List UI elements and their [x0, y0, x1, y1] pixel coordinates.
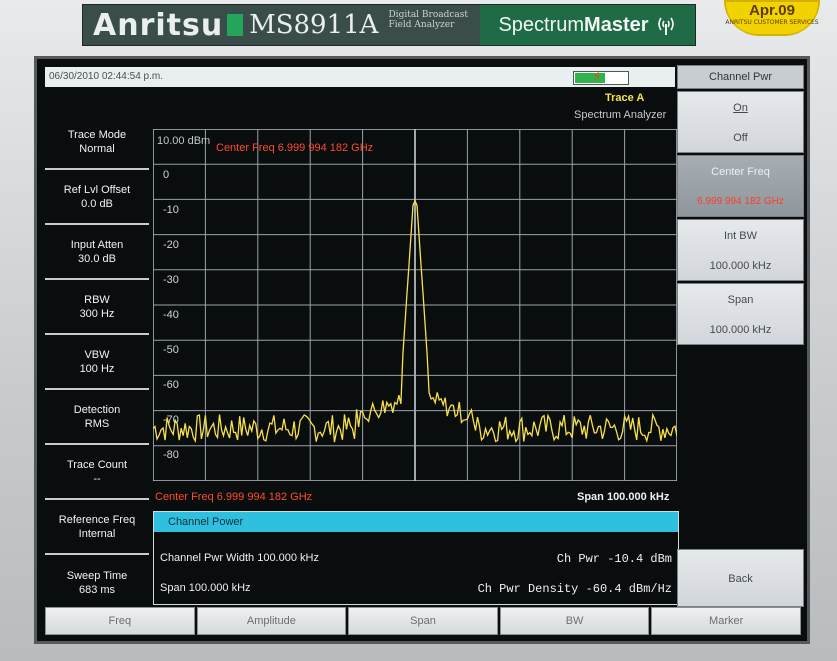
mode-label: Spectrum Analyzer	[574, 109, 667, 121]
trace-count-setting[interactable]: Trace Count --	[45, 445, 149, 500]
y-tick-label: -20	[163, 239, 179, 251]
instrument-screen: 06/30/2010 02:44:54 p.m. ⚡ Trace A Spect…	[34, 56, 810, 644]
span-button[interactable]: Span 100.000 kHz	[677, 283, 804, 345]
bottom-span: Span 100.000 kHz	[577, 491, 670, 503]
y-tick-label: -80	[163, 449, 179, 461]
detection-setting[interactable]: Detection RMS	[45, 390, 149, 445]
status-bar: 06/30/2010 02:44:54 p.m. ⚡	[45, 67, 675, 87]
y-tick-label: -10	[163, 204, 179, 216]
tab-marker[interactable]: Marker	[651, 607, 801, 635]
channel-pwr-width: Channel Pwr Width 100.000 kHz	[160, 552, 319, 564]
channel-power-title: Channel Power	[168, 516, 244, 528]
y-tick-label: -30	[163, 274, 179, 286]
brand-strip: Anritsu MS8911A Digital Broadcast Field …	[82, 4, 696, 46]
brand-left: Anritsu MS8911A Digital Broadcast Field …	[83, 5, 479, 45]
channel-power-panel: Channel Power Channel Pwr Width 100.000 …	[153, 511, 679, 605]
trace-label: Trace A	[605, 92, 645, 104]
right-softkey-panel: Channel Pwr On Off Center Freq 6.999 994…	[677, 65, 804, 607]
cp-span-label: Span 100.000 kHz	[160, 582, 251, 594]
tab-span[interactable]: Span	[348, 607, 498, 635]
ch-pwr-value: Ch Pwr -10.4 dBm	[556, 552, 672, 566]
left-settings-panel: Trace Mode Normal Ref Lvl Offset 0.0 dB In…	[45, 115, 149, 610]
tab-freq[interactable]: Freq	[45, 607, 195, 635]
ref-lvl-offset-setting[interactable]: Ref Lvl Offset 0.0 dB	[45, 170, 149, 225]
bottom-tab-row: Freq Amplitude Span BW Marker	[45, 607, 801, 635]
tab-amplitude[interactable]: Amplitude	[196, 607, 347, 635]
span-row: Span 100.000 kHz Ch Pwr Density -60.4 dB…	[160, 582, 672, 596]
spectrum-graph[interactable]: 10.00 dBm Center Freq 6.999 994 182 GHz …	[153, 129, 677, 481]
input-atten-setting[interactable]: Input Atten 30.0 dB	[45, 225, 149, 280]
menu-title: Channel Pwr	[677, 65, 804, 89]
center-freq-button[interactable]: Center Freq 6.999 994 182 GHz	[677, 155, 804, 217]
datetime: 06/30/2010 02:44:54 p.m.	[49, 71, 163, 82]
bottom-center-freq: Center Freq 6.999 994 182 GHz	[155, 491, 313, 503]
back-button[interactable]: Back	[677, 549, 804, 607]
ch-pwr-density-value: Ch Pwr Density -60.4 dBm/Hz	[477, 582, 672, 596]
rbw-setting[interactable]: RBW 300 Hz	[45, 280, 149, 335]
sweep-time-setting[interactable]: Sweep Time 683 ms	[45, 555, 149, 610]
channel-power-header: Channel Power	[154, 512, 678, 532]
vbw-setting[interactable]: VBW 100 Hz	[45, 335, 149, 390]
channel-width-row: Channel Pwr Width 100.000 kHz Ch Pwr -10…	[160, 552, 672, 566]
antenna-icon	[657, 17, 674, 35]
channel-pwr-onoff-button[interactable]: On Off	[677, 91, 804, 153]
y-tick-label: -50	[163, 344, 179, 356]
series-name: SpectrumMaster	[498, 13, 649, 36]
brand-logo: Anritsu	[93, 7, 224, 43]
y-tick-label: -70	[163, 414, 179, 426]
y-tick-label: 0	[163, 169, 170, 181]
ref-level-label: 10.00 dBm	[157, 135, 211, 147]
calibration-sticker: Apr.09 ANRITSU CUSTOMER SERVICES	[724, 0, 820, 36]
model-subtitle: Digital Broadcast Field Analyzer	[388, 10, 469, 30]
int-bw-button[interactable]: Int BW 100.000 kHz	[677, 219, 804, 281]
brand-square-icon	[227, 14, 244, 36]
reference-freq-setting[interactable]: Reference Freq Internal	[45, 500, 149, 555]
center-freq-annotation: Center Freq 6.999 994 182 GHz	[216, 142, 374, 154]
y-tick-label: -60	[163, 379, 179, 391]
series-badge: SpectrumMaster	[480, 5, 695, 45]
y-tick-label: -40	[163, 309, 179, 321]
tab-bw[interactable]: BW	[499, 607, 650, 635]
trace-mode-setting[interactable]: Trace Mode Normal	[45, 115, 149, 170]
battery-icon: ⚡	[573, 69, 629, 85]
model-name: MS8911A	[249, 10, 379, 40]
spectrum-plot	[153, 129, 677, 481]
instrument-bezel: Anritsu MS8911A Digital Broadcast Field …	[0, 0, 837, 661]
